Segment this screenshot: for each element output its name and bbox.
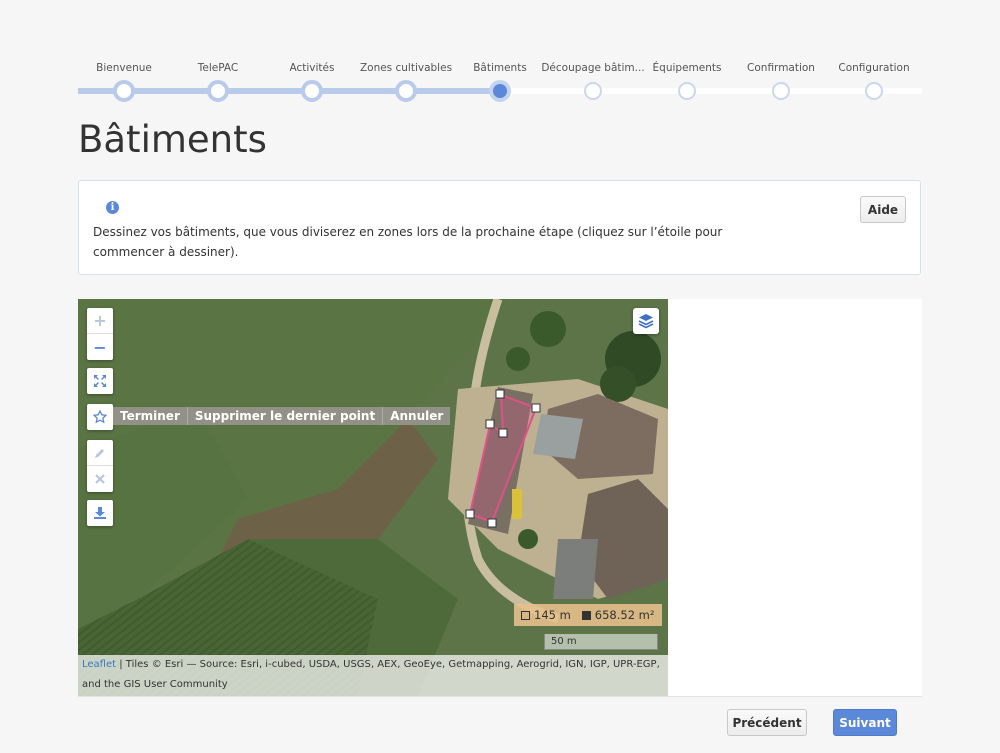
download-icon[interactable] (87, 500, 113, 526)
edit-control (87, 440, 113, 492)
fullscreen-icon[interactable] (87, 368, 113, 394)
delete-x-icon[interactable] (87, 466, 113, 492)
download-control (87, 500, 113, 526)
step-dot (113, 80, 135, 102)
measure-readout: 145 m 658.52 m² (514, 604, 662, 626)
cancel-drawing-button[interactable]: Annuler (382, 407, 451, 425)
polygon-vertex-handle[interactable] (485, 419, 495, 429)
zoom-out-button[interactable]: − (87, 334, 113, 360)
step-dot (584, 82, 602, 100)
finish-drawing-button[interactable]: Terminer (113, 407, 187, 425)
layers-icon[interactable] (633, 308, 659, 334)
page-title: Bâtiments (78, 118, 267, 161)
star-draw-icon[interactable] (87, 404, 113, 430)
area-value: 658.52 m² (594, 608, 655, 622)
info-icon: i (106, 201, 119, 214)
map-view[interactable]: + − Terminer Supprimer le dernier point … (78, 299, 668, 696)
step-dot (772, 82, 790, 100)
polygon-vertex-handle[interactable] (487, 518, 497, 528)
fullscreen-control (87, 368, 113, 394)
step-dot (207, 80, 229, 102)
zoom-in-button[interactable]: + (87, 308, 113, 334)
draw-control (87, 404, 113, 430)
zoom-control: + − (87, 308, 113, 360)
help-button[interactable]: Aide (860, 196, 906, 223)
step-dot (865, 82, 883, 100)
area-square-icon (581, 611, 591, 620)
next-button[interactable]: Suivant (833, 709, 897, 736)
step-dot (301, 80, 323, 102)
info-panel: i Dessinez vos bâtiments, que vous divis… (78, 180, 921, 275)
step-dot (678, 82, 696, 100)
attribution-text: | Tiles © Esri — Source: Esri, i-cubed, … (82, 659, 660, 690)
info-text: Dessinez vos bâtiments, que vous diviser… (93, 225, 723, 259)
draw-actions-toolbar: Terminer Supprimer le dernier point Annu… (113, 407, 451, 425)
polygon-vertex-handle[interactable] (495, 389, 505, 399)
perimeter-value: 145 m (534, 608, 571, 622)
perimeter-square-icon (521, 611, 530, 620)
polygon-vertex-handle[interactable] (498, 428, 508, 438)
map-side-panel (668, 299, 922, 696)
previous-button[interactable]: Précédent (727, 709, 807, 736)
delete-last-point-button[interactable]: Supprimer le dernier point (186, 407, 383, 425)
edit-pencil-icon[interactable] (87, 440, 113, 466)
stepper-track-progress (78, 88, 500, 94)
step-configuration[interactable]: Configuration (819, 60, 929, 100)
wizard-stepper: Bienvenue TelePAC Activités Zones cultiv… (78, 60, 922, 104)
polygon-vertex-handle[interactable] (465, 509, 475, 519)
step-dot (489, 80, 511, 102)
leaflet-link[interactable]: Leaflet (82, 659, 116, 670)
polygon-vertex-handle[interactable] (531, 403, 541, 413)
step-dot (395, 80, 417, 102)
scale-bar: 50 m (544, 634, 658, 650)
divider (78, 696, 922, 697)
map-attribution: Leaflet | Tiles © Esri — Source: Esri, i… (78, 655, 668, 696)
step-label: Configuration (838, 62, 910, 74)
